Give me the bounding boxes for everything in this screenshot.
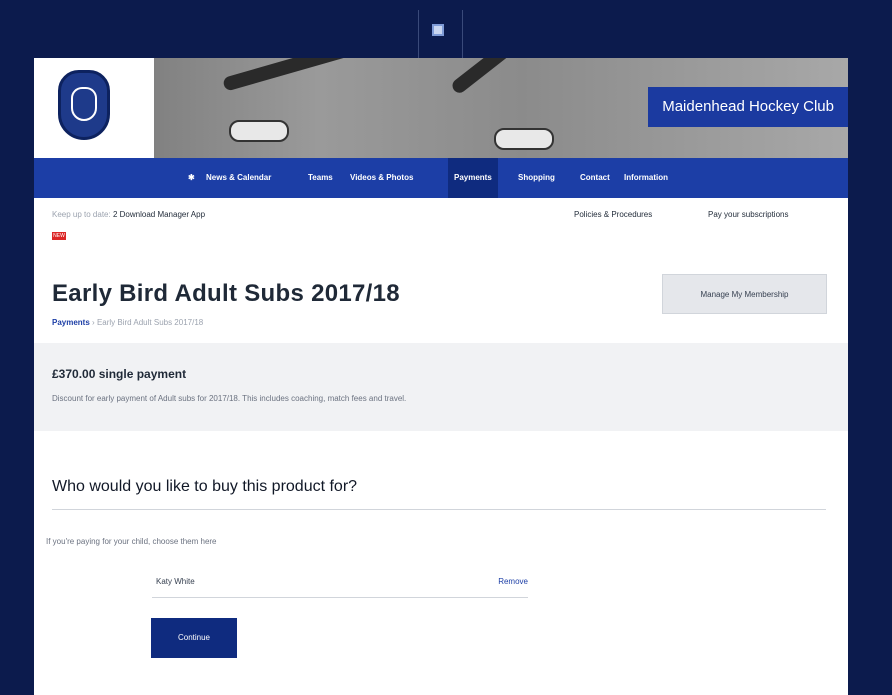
member-row: Katy White Remove bbox=[152, 573, 528, 598]
app-count: 2 bbox=[112, 210, 118, 219]
page-container: Maidenhead Hockey Club ✱ News & Calendar… bbox=[34, 58, 848, 695]
buy-for-heading: Who would you like to buy this product f… bbox=[52, 478, 358, 495]
breadcrumb-separator: › bbox=[92, 318, 95, 327]
price-label: £370.00 single payment bbox=[52, 367, 187, 381]
manage-membership-button[interactable]: Manage My Membership bbox=[662, 274, 827, 314]
crest-icon bbox=[58, 70, 110, 140]
pay-subscriptions-link[interactable]: Pay your subscriptions bbox=[708, 210, 788, 219]
price-description: Discount for early payment of Adult subs… bbox=[52, 394, 407, 403]
policies-link[interactable]: Policies & Procedures bbox=[574, 210, 652, 219]
remove-member-link[interactable]: Remove bbox=[498, 577, 528, 586]
main-nav: ✱ News & Calendar Teams Videos & Photos … bbox=[34, 158, 848, 198]
nav-item-videos[interactable]: Videos & Photos bbox=[350, 158, 413, 198]
choose-child-hint: If you're paying for your child, choose … bbox=[46, 537, 217, 546]
nav-item-shopping[interactable]: Shopping bbox=[518, 158, 555, 198]
nav-item-teams[interactable]: Teams bbox=[308, 158, 333, 198]
download-app-link[interactable]: Download Manager App bbox=[120, 210, 205, 219]
breadcrumb-current: Early Bird Adult Subs 2017/18 bbox=[96, 318, 204, 327]
utility-left: Keep up to date: 2 Download Manager App bbox=[52, 210, 205, 219]
club-name[interactable]: Maidenhead Hockey Club bbox=[648, 87, 848, 127]
price-panel: £370.00 single payment Discount for earl… bbox=[34, 343, 848, 431]
shoe-image bbox=[494, 128, 554, 150]
hockey-stick-image bbox=[222, 58, 467, 92]
club-logo[interactable] bbox=[34, 58, 154, 158]
breadcrumb: Payments › Early Bird Adult Subs 2017/18 bbox=[52, 318, 203, 327]
top-separator bbox=[418, 10, 419, 58]
member-name: Katy White bbox=[156, 577, 195, 586]
nav-item-news[interactable]: News & Calendar bbox=[206, 158, 271, 198]
continue-button[interactable]: Continue bbox=[151, 618, 237, 658]
breadcrumb-payments[interactable]: Payments bbox=[52, 318, 90, 327]
nav-item-payments[interactable]: Payments bbox=[448, 158, 498, 198]
page-title: Early Bird Adult Subs 2017/18 bbox=[52, 280, 400, 307]
top-bar bbox=[0, 0, 892, 58]
shoe-image bbox=[229, 120, 289, 142]
nav-item-information[interactable]: Information bbox=[624, 158, 668, 198]
new-badge: NEW bbox=[52, 232, 66, 240]
keep-up-label: Keep up to date: bbox=[52, 210, 111, 219]
home-icon[interactable]: ✱ bbox=[188, 158, 195, 198]
hockey-stick-image bbox=[449, 58, 538, 96]
divider bbox=[52, 509, 826, 510]
nav-item-contact[interactable]: Contact bbox=[580, 158, 610, 198]
app-icon[interactable] bbox=[432, 24, 444, 36]
top-separator bbox=[462, 10, 463, 58]
hero-banner: Maidenhead Hockey Club bbox=[34, 58, 848, 158]
